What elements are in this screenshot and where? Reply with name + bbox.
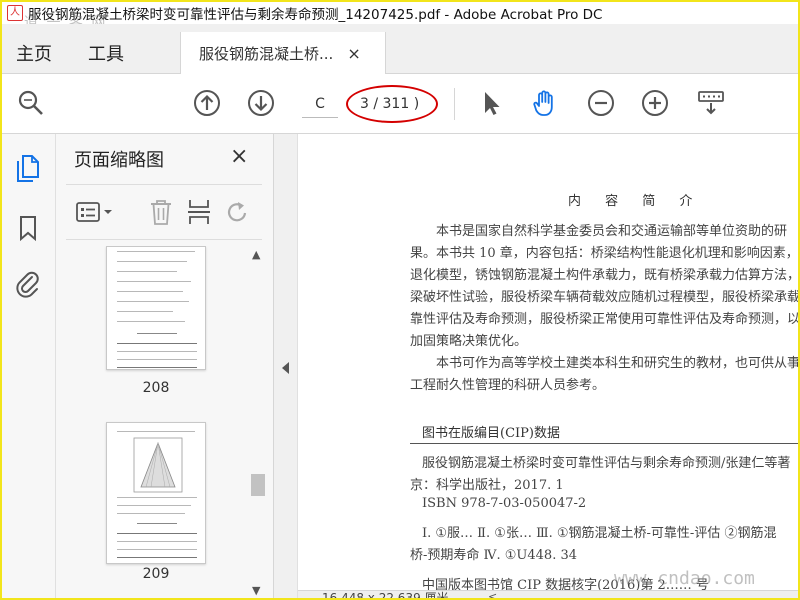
cip-title: 图书在版编目(CIP)数据 (422, 426, 560, 441)
toolbar-divider (454, 88, 455, 120)
cip-line: Ⅰ. ①服… Ⅱ. ①张… Ⅲ. ①钢筋混凝土桥-可靠性-评估 ②钢筋混 (422, 526, 777, 541)
title-bar: 人 服役钢筋混凝土桥梁时变可靠性评估与剩余寿命预测_14207425.pdf -… (2, 2, 798, 24)
page-count-highlight-oval (346, 85, 438, 123)
insert-page-icon[interactable] (184, 197, 214, 227)
cip-line: 服役钢筋混凝土桥梁时变可靠性评估与剩余寿命预测/张建仁等著 (422, 456, 791, 471)
collapse-panel-icon[interactable] (282, 362, 289, 374)
thumbnail-list: 208 209 (56, 246, 274, 598)
thumbnails-panel: 页面缩略图 × 208 209 ▲ ▼ (56, 134, 274, 598)
attachment-icon[interactable] (12, 268, 44, 300)
thumbnail-options-menu-icon[interactable] (74, 197, 118, 227)
delete-page-icon[interactable] (146, 197, 176, 227)
page-thumbnails-icon[interactable] (12, 152, 44, 184)
cip-line: 桥-预期寿命 Ⅳ. ①U448. 34 (410, 548, 578, 563)
zoom-out-icon[interactable] (586, 88, 616, 118)
thumbnail-page[interactable] (106, 246, 206, 370)
left-rail (2, 134, 56, 598)
panel-collapse-strip[interactable] (274, 134, 298, 598)
rotate-page-icon[interactable] (222, 197, 252, 227)
hand-tool-icon[interactable] (530, 88, 560, 118)
cip-line: ISBN 978-7-03-050047-2 (422, 496, 587, 511)
status-arrow-icon[interactable]: < (488, 591, 497, 598)
tab-document-label: 服役钢筋混凝土桥... (199, 44, 334, 63)
window-title: 服役钢筋混凝土桥梁时变可靠性评估与剩余寿命预测_14207425.pdf - A… (28, 7, 603, 23)
doc-text-line: 梁破坏性试验，服役桥梁车辆荷载效应随机过程模型，服役桥梁承载能 (410, 290, 798, 305)
panel-title: 页面缩略图 (74, 150, 164, 171)
bookmark-icon[interactable] (12, 212, 44, 244)
scroll-up-icon[interactable]: ▲ (252, 248, 260, 261)
document-view[interactable]: 内 容 简 介 本书是国家自然科学基金委员会和交通运输部等单位资助的研 果。本书… (298, 134, 798, 598)
search-zoom-icon[interactable] (16, 88, 46, 118)
watermark-bottom: www.cndao.com (614, 568, 755, 589)
tab-home[interactable]: 主页 (16, 40, 52, 66)
thumbnail-page[interactable] (106, 422, 206, 564)
tab-document[interactable]: 服役钢筋混凝土桥... × (180, 32, 386, 74)
zoom-in-icon[interactable] (640, 88, 670, 118)
doc-text-line: 果。本书共 10 章，内容包括：桥梁结构性能退化机理和影响因素，材料 (410, 246, 798, 261)
doc-text-line: 本书是国家自然科学基金委员会和交通运输部等单位资助的研 (436, 224, 788, 239)
thumbnail-scrollbar[interactable]: ▲ ▼ (249, 246, 267, 598)
thumbnails-toolbar (66, 184, 262, 240)
doc-text-line: 退化模型，锈蚀钢筋混凝土构件承载力，既有桥梁承载力估算方法，既 (410, 268, 798, 283)
doc-text-line: 加固策略决策优化。 (410, 334, 528, 349)
doc-text-line: 工程耐久性管理的科研人员参考。 (410, 378, 606, 393)
page-size-text: 16.448 x 22.639 厘米 (322, 591, 449, 600)
keyboard-tools-icon[interactable] (696, 88, 726, 118)
previous-page-icon[interactable] (192, 88, 222, 118)
close-tab-icon[interactable]: × (347, 44, 360, 63)
scrollbar-thumb[interactable] (251, 474, 265, 496)
cip-divider (410, 443, 798, 444)
select-cursor-icon[interactable] (476, 88, 506, 118)
close-panel-icon[interactable]: × (230, 144, 248, 169)
scroll-down-icon[interactable]: ▼ (252, 584, 260, 597)
thumbnail-page-label: 208 (142, 380, 170, 396)
cip-line: 京：科学出版社，2017. 1 (410, 478, 564, 493)
doc-text-line: 本书可作为高等学校土建类本科生和研究生的教材，也可供从事 (436, 356, 798, 371)
status-bar: 16.448 x 22.639 厘米 < (298, 590, 798, 600)
next-page-icon[interactable] (246, 88, 276, 118)
doc-text-line: 靠性评估及寿命预测，服役桥梁正常使用可靠性评估及寿命预测，以及 (410, 312, 798, 327)
doc-heading: 内 容 简 介 (568, 194, 703, 209)
tab-tools[interactable]: 工具 (88, 40, 124, 66)
page-number-input[interactable]: C (302, 90, 338, 118)
thumbnail-page-label: 209 (142, 566, 170, 582)
tab-bar: 主页 工具 服役钢筋混凝土桥... × (2, 24, 798, 74)
app-window: 人 服役钢筋混凝土桥梁时变可靠性评估与剩余寿命预测_14207425.pdf -… (0, 0, 800, 600)
